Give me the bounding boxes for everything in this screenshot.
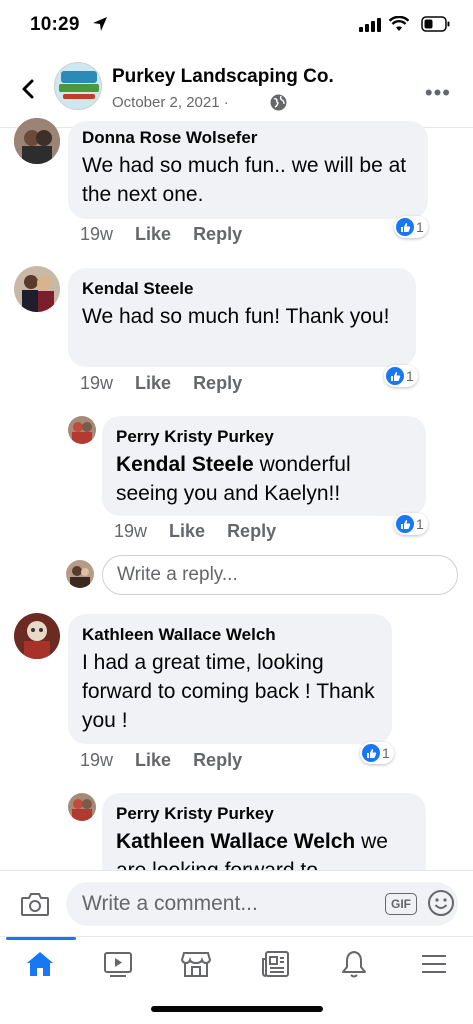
- active-tab-indicator: [6, 937, 76, 940]
- avatar[interactable]: [68, 416, 96, 444]
- comment-time[interactable]: 19w: [80, 224, 113, 245]
- post-header: Purkey Landscaping Co. October 2, 2021 ·…: [0, 52, 473, 128]
- like-reaction-icon: [396, 218, 414, 236]
- avatar[interactable]: [14, 613, 60, 659]
- comment-actions: 19w Like Reply: [114, 521, 276, 542]
- post-date[interactable]: October 2, 2021 ·: [112, 94, 229, 111]
- reaction-number: 1: [406, 368, 414, 384]
- reply-input-placeholder: Write a reply...: [117, 564, 238, 585]
- avatar[interactable]: [14, 118, 60, 164]
- comment-author[interactable]: Perry Kristy Purkey: [116, 803, 412, 825]
- comment-text: We had so much fun! Thank you!: [82, 305, 390, 328]
- reaction-number: 1: [382, 745, 390, 761]
- cellular-signal-icon: [359, 18, 381, 32]
- video-icon: [104, 952, 132, 977]
- like-button[interactable]: Like: [135, 750, 171, 771]
- avatar[interactable]: [68, 793, 96, 821]
- status-time: 10:29: [30, 14, 80, 35]
- logo-shape: [59, 84, 99, 92]
- comment-text: I had a great time, looking forward to c…: [82, 651, 375, 732]
- reply-button[interactable]: Reply: [193, 373, 242, 394]
- comment-bubble: Kathleen Wallace Welch I had a great tim…: [68, 614, 392, 744]
- comment-author[interactable]: Kendal Steele: [82, 278, 402, 300]
- logo-shape: [63, 94, 95, 99]
- avatar-photo: [66, 560, 94, 588]
- comment-bubble: Kendal Steele We had so much fun! Thank …: [68, 268, 416, 367]
- reply-button[interactable]: Reply: [227, 521, 276, 542]
- comment-time[interactable]: 19w: [80, 750, 113, 771]
- back-arrow-icon[interactable]: [14, 74, 42, 104]
- camera-icon[interactable]: [20, 891, 50, 917]
- reply-input[interactable]: Write a reply...: [102, 555, 458, 595]
- reaction-count[interactable]: 1: [394, 216, 428, 238]
- avatar-photo: [14, 613, 60, 659]
- marketplace-icon: [180, 952, 212, 977]
- location-arrow-icon: [93, 17, 107, 31]
- avatar-photo: [14, 266, 60, 312]
- gif-icon[interactable]: GIF: [385, 893, 417, 915]
- tab-notifications[interactable]: [334, 947, 374, 981]
- like-reaction-icon: [386, 367, 404, 385]
- more-options-button[interactable]: •••: [425, 80, 451, 106]
- mention-link[interactable]: Kendal Steele: [116, 453, 254, 476]
- comment-bubble: Donna Rose Wolsefer We had so much fun..…: [68, 121, 428, 219]
- avatar-photo: [68, 416, 96, 444]
- home-indicator: [151, 1006, 323, 1012]
- reaction-count[interactable]: 1: [384, 365, 418, 387]
- like-button[interactable]: Like: [169, 521, 205, 542]
- like-reaction-icon: [396, 515, 414, 533]
- comment-actions: 19w Like Reply: [80, 750, 242, 771]
- comment-author[interactable]: Perry Kristy Purkey: [116, 426, 412, 448]
- like-button[interactable]: Like: [135, 373, 171, 394]
- menu-icon: [422, 955, 446, 973]
- reply-bubble: Perry Kristy Purkey Kendal Steele wonder…: [102, 416, 426, 516]
- news-icon: [262, 951, 289, 977]
- tab-news[interactable]: [256, 947, 296, 981]
- comment-actions: 19w Like Reply: [80, 224, 242, 245]
- avatar[interactable]: [14, 266, 60, 312]
- comment-author[interactable]: Kathleen Wallace Welch: [82, 624, 378, 646]
- reply-button[interactable]: Reply: [193, 224, 242, 245]
- like-button[interactable]: Like: [135, 224, 171, 245]
- comment-composer: Write a comment... GIF: [0, 870, 473, 936]
- comment-actions: 19w Like Reply: [80, 373, 242, 394]
- page-name[interactable]: Purkey Landscaping Co.: [112, 66, 334, 88]
- avatar-photo: [14, 118, 60, 164]
- wifi-icon: [389, 16, 409, 31]
- avatar-photo: [68, 793, 96, 821]
- mention-link[interactable]: Kathleen Wallace Welch: [116, 830, 355, 853]
- comment-text: Kendal Steele wonderful seeing you and K…: [116, 450, 412, 508]
- comment-author[interactable]: Donna Rose Wolsefer: [82, 127, 414, 149]
- page-avatar[interactable]: [54, 62, 102, 110]
- battery-icon: [421, 16, 450, 32]
- comment-time[interactable]: 19w: [80, 373, 113, 394]
- comment-input-placeholder: Write a comment...: [82, 892, 258, 915]
- comment-time[interactable]: 19w: [114, 521, 147, 542]
- tab-menu[interactable]: [414, 947, 454, 981]
- reaction-number: 1: [416, 516, 424, 532]
- logo-shape: [61, 71, 97, 83]
- reply-button[interactable]: Reply: [193, 750, 242, 771]
- tab-home[interactable]: [20, 947, 60, 981]
- tab-watch[interactable]: [98, 947, 138, 981]
- comment-text: We had so much fun.. we will be at the n…: [82, 154, 407, 206]
- reaction-number: 1: [416, 219, 424, 235]
- current-user-avatar: [66, 560, 94, 588]
- reaction-count[interactable]: 1: [394, 513, 428, 535]
- bell-icon: [342, 951, 366, 978]
- emoji-icon[interactable]: [427, 889, 455, 917]
- tab-marketplace[interactable]: [176, 947, 216, 981]
- status-bar: 10:29: [0, 0, 473, 52]
- globe-icon: [270, 94, 287, 111]
- like-reaction-icon: [362, 744, 380, 762]
- home-icon: [27, 952, 53, 976]
- reaction-count[interactable]: 1: [360, 742, 394, 764]
